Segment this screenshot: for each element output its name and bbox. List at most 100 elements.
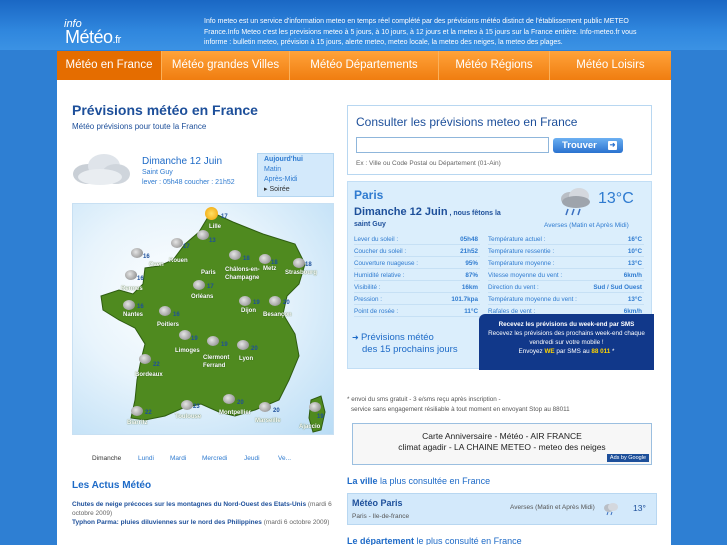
ad-line1[interactable]: Carte Anniversaire - Météo - AIR FRANCE: [353, 431, 651, 442]
map-city-clermont[interactable]: Clermont Ferrand: [203, 354, 239, 370]
stat-value: 101.7kpa: [451, 296, 478, 303]
map-city-dijon[interactable]: Dijon: [241, 308, 256, 314]
stat-label: Coucher du soleil :: [354, 248, 407, 255]
today-date: Dimanche 12 Juin: [142, 156, 223, 167]
logo-meteo-text: Météo.fr: [65, 27, 121, 48]
nav-departements[interactable]: Météo Départements: [289, 51, 438, 80]
stat-value: 05h48: [460, 236, 478, 243]
stat-label: Vitesse moyenne du vent :: [488, 272, 563, 279]
period-today[interactable]: Aujourd'hui: [258, 155, 333, 165]
search-hint: Ex : Ville ou Code Postal ou Département…: [356, 160, 501, 167]
map-city-lyon[interactable]: Lyon: [239, 356, 253, 362]
stat-label: Direction du vent :: [488, 284, 539, 291]
day-dimanche[interactable]: Dimanche: [92, 455, 121, 462]
nav-regions[interactable]: Météo Régions: [438, 51, 549, 80]
map-temp-marseille: 20: [273, 408, 280, 414]
news-headline[interactable]: Chutes de neige précoces sur les montagn…: [72, 501, 306, 508]
stat-label: Lever du soleil :: [354, 236, 399, 243]
sms-asterisk: *: [610, 348, 615, 355]
period-afternoon[interactable]: Après-Midi: [258, 175, 333, 185]
map-city-metz[interactable]: Metz: [263, 266, 276, 272]
map-city-lille[interactable]: Lille: [209, 224, 221, 230]
stat-value: 10°C: [627, 248, 642, 255]
sun-icon: [205, 207, 218, 220]
map-temp-besancon: 20: [283, 300, 290, 306]
map-temp-clermont: 19: [221, 342, 228, 348]
map-city-poitiers[interactable]: Poitiers: [157, 322, 179, 328]
top-city-card[interactable]: Météo Paris Paris - Ile-de-france Averse…: [347, 493, 657, 525]
news-headline[interactable]: Typhon Parma: pluies diluviennes sur le …: [72, 519, 262, 526]
forecast-15-days-link[interactable]: ➜ Prévisions météo des 15 prochains jour…: [352, 332, 474, 356]
map-city-strasbourg[interactable]: Strasbourg: [285, 270, 317, 276]
ad-tag[interactable]: Ads by Google: [606, 454, 649, 462]
map-city-ajaccio[interactable]: Ajaccio: [299, 424, 320, 430]
map-city-chalons[interactable]: Châlons-en-Champagne: [225, 266, 265, 282]
paris-fete: , nous fêtons la: [447, 210, 501, 217]
map-city-besancon[interactable]: Besançon: [263, 312, 292, 318]
map-city-rouen[interactable]: Rouen: [169, 258, 188, 264]
news-date: (mardi 6 octobre 2009): [263, 518, 330, 526]
day-mercredi[interactable]: Mercredi: [202, 455, 227, 462]
paris-city-name[interactable]: Paris: [354, 188, 383, 202]
day-vendredi[interactable]: Ve...: [278, 455, 291, 462]
stat-row: Température actuel : 16°C: [488, 234, 644, 245]
stat-row: Couverture nuageuse : 95%: [354, 258, 480, 269]
stat-value: 87%: [465, 272, 478, 279]
rain-icon: [123, 300, 135, 310]
map-city-marseille[interactable]: Marseille: [255, 418, 281, 424]
map-city-caen[interactable]: Caen: [149, 262, 164, 268]
cloud-icon: [131, 248, 143, 258]
map-city-rennes[interactable]: Rennes: [121, 286, 143, 292]
rain-icon: [309, 402, 321, 412]
map-city-biarritz[interactable]: Biarritz: [127, 420, 148, 426]
period-evening[interactable]: ▸ Soirée: [258, 185, 333, 195]
page-title: Prévisions météo en France: [72, 102, 258, 118]
map-temp-bordeaux: 22: [153, 362, 160, 368]
top-city-title-rest: la plus consultée en France: [377, 476, 491, 486]
top-city-region: Paris - Ile-de-france: [352, 513, 410, 520]
map-city-orleans[interactable]: Orléans: [191, 294, 213, 300]
map-city-toulouse[interactable]: Toulouse: [175, 414, 201, 420]
map-city-bordeaux[interactable]: Bordeaux: [135, 372, 163, 378]
today-sun-times: lever : 05h48 coucher : 21h52: [142, 179, 235, 186]
day-lundi[interactable]: Lundi: [138, 455, 154, 462]
day-mardi[interactable]: Mardi: [170, 455, 186, 462]
page-content: Prévisions météo en France Météo prévisi…: [57, 80, 671, 545]
map-temp-rennes: 16: [137, 276, 144, 282]
ad-banner[interactable]: Carte Anniversaire - Météo - AIR FRANCE …: [352, 423, 652, 465]
map-city-montpellier[interactable]: Montpellier: [219, 410, 251, 416]
search-button-label: Trouver: [562, 140, 597, 151]
cloud-icon: [193, 280, 205, 290]
nav-meteo-france[interactable]: Météo en France: [57, 51, 161, 80]
news-item[interactable]: Chutes de neige précoces sur les montagn…: [72, 501, 337, 519]
day-jeudi[interactable]: Jeudi: [244, 455, 260, 462]
rain-icon: [259, 402, 271, 412]
sms-send-text: Envoyez: [518, 348, 545, 355]
stat-row: Température ressentie : 10°C: [488, 246, 644, 257]
map-temp-toulouse: 23: [193, 404, 200, 410]
nav-loisirs[interactable]: Météo Loisirs: [549, 51, 671, 80]
nav-grandes-villes[interactable]: Météo grandes Villes: [161, 51, 289, 80]
logo-fr-text: .fr: [112, 34, 122, 46]
map-temp-rouen: 17: [183, 244, 190, 250]
sms-line1: Recevez les prévisions du week-end par S…: [498, 321, 635, 328]
stat-value: 21h52: [460, 248, 478, 255]
sms-line3: Envoyez WE par SMS au 88 011 *: [483, 347, 650, 356]
search-button[interactable]: Trouver ➜: [553, 138, 623, 153]
search-input[interactable]: [356, 137, 549, 153]
arrow-right-icon: ➜: [608, 141, 617, 150]
map-city-nantes[interactable]: Nantes: [123, 312, 143, 318]
map-temp-paris: 13: [209, 238, 216, 244]
map-city-limoges[interactable]: Limoges: [175, 348, 200, 354]
cloud-icon: [171, 238, 183, 248]
top-city-temp: 13°: [633, 503, 646, 513]
ad-line2[interactable]: climat agadir - LA CHAINE METEO - meteo …: [353, 442, 651, 453]
map-city-paris[interactable]: Paris: [201, 270, 216, 276]
news-item[interactable]: Typhon Parma: pluies diluviennes sur le …: [72, 519, 337, 528]
top-city-title: La ville la plus consultée en France: [347, 476, 490, 486]
period-morning[interactable]: Matin: [258, 165, 333, 175]
rain-icon: [229, 250, 241, 260]
news-title: Les Actus Météo: [72, 480, 152, 491]
sms-promo[interactable]: Recevez les prévisions du week-end par S…: [479, 314, 654, 370]
top-city-name[interactable]: Météo Paris: [352, 498, 403, 508]
